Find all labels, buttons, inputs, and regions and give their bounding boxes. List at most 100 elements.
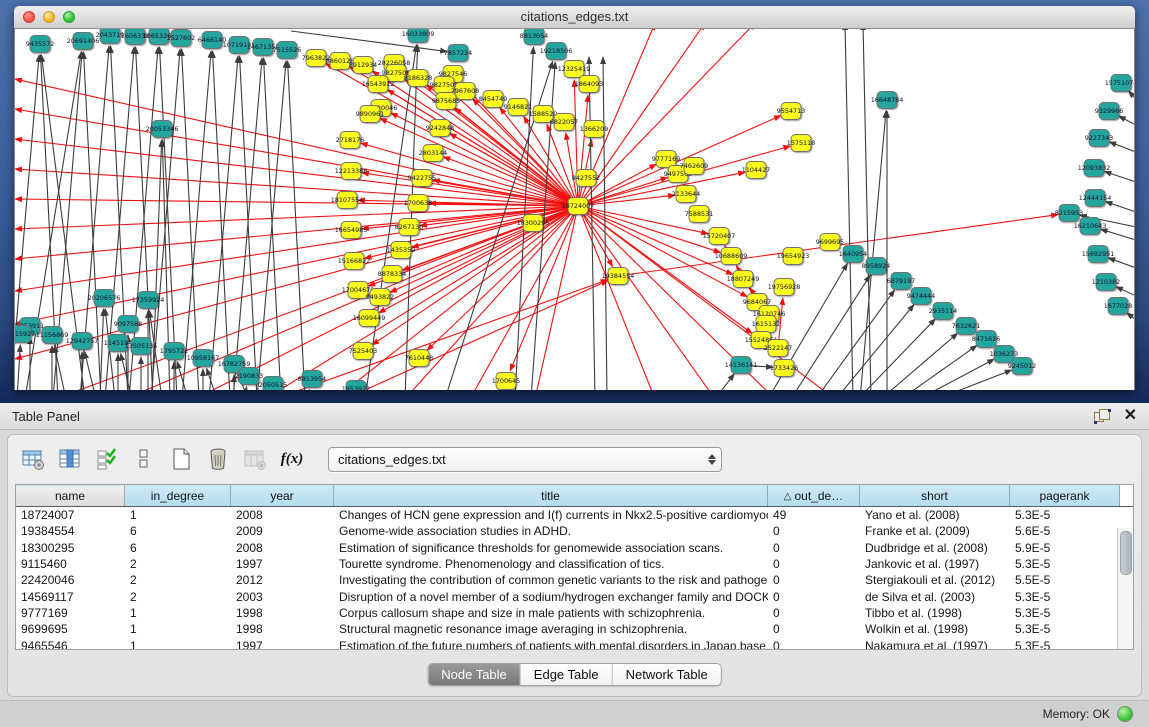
network-node[interactable]: 7515526 xyxy=(273,42,301,59)
network-node[interactable]: 7462609 xyxy=(680,158,708,175)
network-node[interactable]: 8215953 xyxy=(1055,205,1083,222)
network-node[interactable]: 8813054 xyxy=(520,29,548,45)
table-row[interactable]: 1872400712008Changes of HCN gene express… xyxy=(16,507,1133,523)
network-node[interactable]: 9422755 xyxy=(408,170,436,187)
network-node[interactable]: 1733426 xyxy=(770,360,798,377)
table-selector-dropdown[interactable]: citations_edges.txt xyxy=(328,447,722,472)
table-row[interactable]: 1938455462009Genome-wide association stu… xyxy=(16,523,1133,539)
network-node[interactable]: 2803144 xyxy=(419,145,447,162)
network-node[interactable]: 8471626 xyxy=(972,331,1000,348)
network-node[interactable]: 1527602 xyxy=(167,30,195,47)
network-node[interactable]: 15692951 xyxy=(1082,246,1115,263)
network-node[interactable]: 1853922 xyxy=(342,381,370,391)
network-node[interactable]: 8958924 xyxy=(862,258,890,275)
table-row[interactable]: 1456911722003Disruption of a novel membe… xyxy=(16,588,1133,604)
network-node[interactable]: 9890961 xyxy=(356,106,384,123)
network-node[interactable]: 7588531 xyxy=(685,206,713,223)
network-node[interactable]: 7632621 xyxy=(952,318,980,335)
network-node[interactable]: 1366209 xyxy=(580,121,608,138)
network-node[interactable]: 19756928 xyxy=(768,279,801,296)
network-node[interactable]: 1700645 xyxy=(492,373,520,390)
network-node[interactable]: 1575118 xyxy=(787,135,815,152)
network-node[interactable]: 12093832 xyxy=(1078,160,1111,177)
network-node[interactable]: 1677028 xyxy=(1104,298,1132,315)
network-node[interactable]: 16648784 xyxy=(871,92,904,109)
network-node[interactable]: 8186328 xyxy=(404,70,432,87)
table-row[interactable]: 911546021997Tourette syndrome. Phenomeno… xyxy=(16,556,1133,572)
network-node[interactable]: 9493822 xyxy=(366,289,394,306)
network-node[interactable]: 9227343 xyxy=(1085,130,1113,147)
network-node[interactable]: 1615132 xyxy=(752,316,780,333)
column-header-name[interactable]: name xyxy=(16,485,125,506)
network-node[interactable]: 6879197 xyxy=(887,273,915,290)
network-node[interactable]: 8267130 xyxy=(395,219,423,236)
network-node[interactable]: 12325419 xyxy=(558,61,591,78)
column-header-pagerank[interactable]: pagerank xyxy=(1010,485,1120,506)
network-node[interactable]: 9245012 xyxy=(1008,358,1036,375)
network-node[interactable]: 9777169 xyxy=(652,151,680,168)
table-mode-icon[interactable] xyxy=(20,446,46,472)
network-node[interactable]: 20691406 xyxy=(67,33,100,50)
network-node[interactable]: 15751074 xyxy=(1105,75,1134,92)
network-node[interactable]: 9329966 xyxy=(1095,103,1123,120)
network-node[interactable]: 7857224 xyxy=(444,45,472,62)
select-rows-icon[interactable] xyxy=(94,446,120,472)
network-node[interactable]: 8912934 xyxy=(349,57,377,74)
network-node[interactable]: 9875685 xyxy=(432,93,460,110)
table-row[interactable]: 977716911998Corpus callosum shape and si… xyxy=(16,605,1133,621)
row-height-icon[interactable] xyxy=(131,446,157,472)
network-node[interactable]: 7525403 xyxy=(349,343,377,360)
column-header-out_de[interactable]: △out_de… xyxy=(768,485,860,506)
tab-edge-table[interactable]: Edge Table xyxy=(521,664,613,685)
network-node[interactable]: 15720407 xyxy=(703,228,736,245)
show-columns-icon[interactable] xyxy=(57,446,83,472)
network-node[interactable]: 9242848 xyxy=(426,120,454,137)
network-node[interactable]: 9699695 xyxy=(816,234,844,251)
network-node[interactable]: 10958167 xyxy=(187,350,220,367)
delete-table-icon[interactable] xyxy=(205,446,231,472)
create-table-icon[interactable] xyxy=(168,446,194,472)
network-node[interactable]: 8878334 xyxy=(378,266,406,283)
network-node[interactable]: 2133644 xyxy=(672,186,700,203)
table-row[interactable]: 946554611997Estimation of the future num… xyxy=(16,637,1133,649)
network-node[interactable]: 16654985 xyxy=(335,222,368,239)
network-node[interactable]: 18807249 xyxy=(727,271,760,288)
close-panel-icon[interactable]: ✕ xyxy=(1124,409,1137,423)
network-node[interactable]: 9435572 xyxy=(26,36,54,53)
column-header-title[interactable]: title xyxy=(334,485,768,506)
scrollbar-thumb[interactable] xyxy=(1120,531,1132,575)
network-node[interactable]: 1700638 xyxy=(404,195,432,212)
network-node[interactable]: 2522147 xyxy=(764,340,792,357)
network-node[interactable]: 19384554 xyxy=(602,268,635,285)
network-node[interactable]: 12444154 xyxy=(1079,190,1112,207)
network-node[interactable]: 18107554 xyxy=(331,192,364,209)
network-node[interactable]: 14136141 xyxy=(725,357,758,374)
network-node[interactable]: 6822057 xyxy=(550,114,578,131)
delete-column-icon[interactable] xyxy=(242,446,268,472)
network-node[interactable]: 19218506 xyxy=(540,43,573,60)
column-header-in_degree[interactable]: in_degree xyxy=(125,485,231,506)
network-node[interactable]: 8813954 xyxy=(298,371,326,388)
network-node[interactable]: 12942757 xyxy=(66,333,99,350)
function-builder-icon[interactable]: f(x) xyxy=(279,446,305,472)
network-node[interactable]: 9097588 xyxy=(114,316,142,333)
network-node[interactable]: 8427552 xyxy=(572,170,600,187)
column-header-short[interactable]: short xyxy=(860,485,1010,506)
network-node[interactable]: 9474444 xyxy=(907,288,935,305)
network-node[interactable]: 9554713 xyxy=(777,103,805,120)
tab-network-table[interactable]: Network Table xyxy=(613,664,721,685)
network-node[interactable]: 1640954 xyxy=(839,246,867,263)
network-node[interactable]: 1435359 xyxy=(387,242,415,259)
table-vertical-scrollbar[interactable] xyxy=(1117,528,1133,649)
network-node[interactable]: 1864093 xyxy=(575,76,603,93)
network-node[interactable]: 1795722 xyxy=(160,343,188,360)
network-node[interactable]: 7610448 xyxy=(405,350,433,367)
float-panel-icon[interactable] xyxy=(1094,409,1110,423)
table-row[interactable]: 1830029562008Estimation of significance … xyxy=(16,540,1133,556)
network-node[interactable]: 1210382 xyxy=(1092,274,1120,291)
network-node[interactable]: 2718176 xyxy=(336,132,364,149)
network-node[interactable]: 20206576 xyxy=(88,290,121,307)
table-row[interactable]: 2242004622012Investigating the contribut… xyxy=(16,572,1133,588)
column-header-year[interactable]: year xyxy=(231,485,334,506)
tab-node-table[interactable]: Node Table xyxy=(428,664,521,685)
